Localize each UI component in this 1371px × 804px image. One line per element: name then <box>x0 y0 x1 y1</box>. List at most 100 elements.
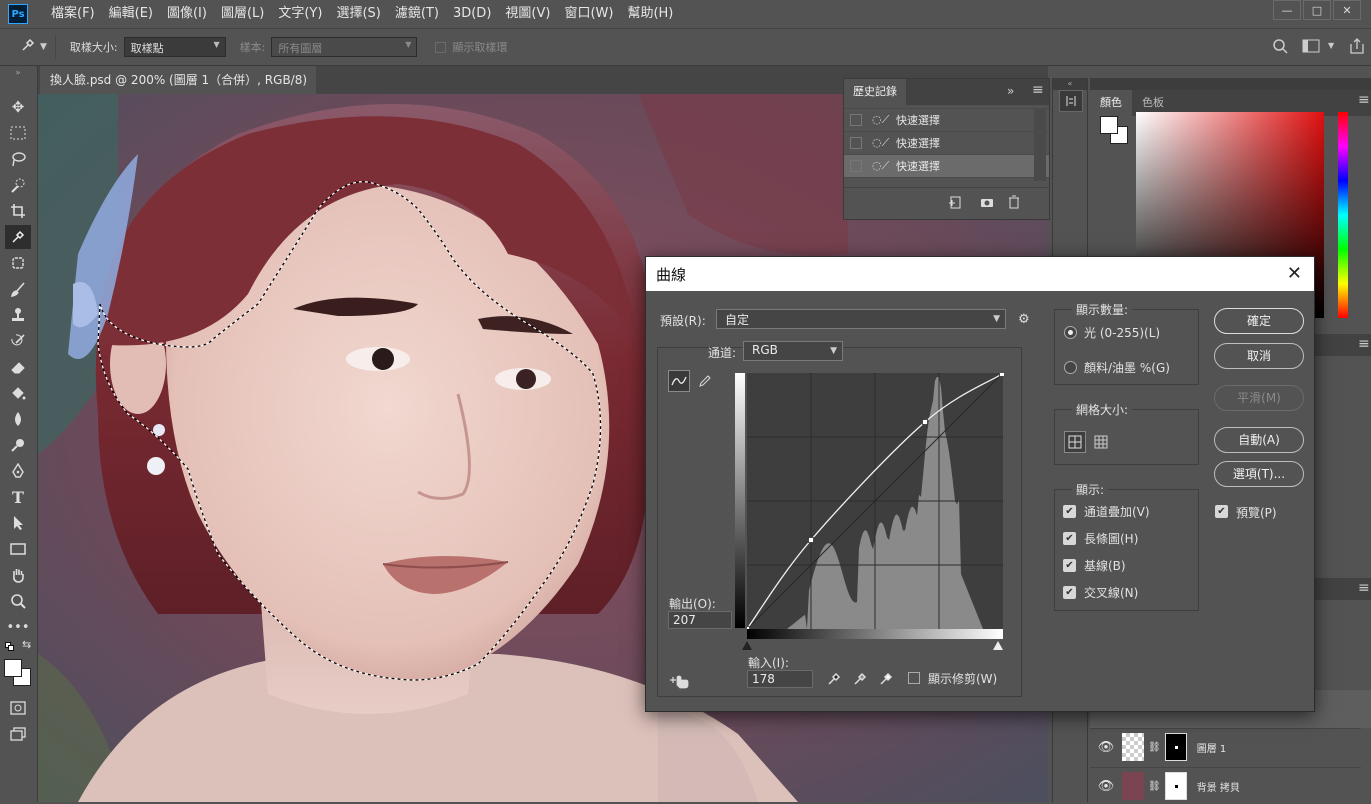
chevron-down-icon[interactable]: ▼ <box>1328 41 1334 50</box>
curve-graph[interactable] <box>747 373 1004 629</box>
foreground-color-swatch[interactable] <box>4 659 22 677</box>
menu-layer[interactable]: 圖層(L) <box>214 0 271 28</box>
layer-row[interactable]: 👁 ⛓ 背景 拷貝 <box>1090 767 1361 804</box>
layer-row[interactable]: 👁 ⛓ 圖層 1 <box>1090 728 1361 765</box>
menu-filter[interactable]: 濾鏡(T) <box>388 0 446 28</box>
simple-grid-button[interactable] <box>1064 431 1086 453</box>
baseline-checkbox[interactable]: ✔ <box>1063 559 1076 572</box>
crop-tool-icon[interactable] <box>5 199 31 223</box>
menu-select[interactable]: 選擇(S) <box>329 0 387 28</box>
dialog-titlebar[interactable]: 曲線 ✕ <box>646 257 1314 291</box>
panel-menu-icon[interactable]: ≡ <box>1358 580 1370 596</box>
curve-control-point[interactable] <box>747 626 750 630</box>
brush-tool-icon[interactable] <box>5 277 31 301</box>
menu-edit[interactable]: 編輯(E) <box>102 0 160 28</box>
snapshot-checkbox[interactable] <box>850 137 862 149</box>
clone-stamp-tool-icon[interactable] <box>5 303 31 327</box>
pencil-mode-button[interactable] <box>694 370 716 392</box>
menu-3d[interactable]: 3D(D) <box>446 0 498 28</box>
history-tab[interactable]: 歷史記錄 <box>844 79 906 105</box>
intersection-checkbox[interactable]: ✔ <box>1063 586 1076 599</box>
light-radio[interactable] <box>1064 326 1077 339</box>
curve-points-mode-button[interactable] <box>668 370 690 392</box>
camera-icon[interactable] <box>980 196 994 211</box>
eye-icon[interactable]: 👁 <box>1090 740 1122 755</box>
menu-image[interactable]: 圖像(I) <box>160 0 214 28</box>
snapshot-checkbox[interactable] <box>850 114 862 126</box>
menu-help[interactable]: 幫助(H) <box>620 0 680 28</box>
chevron-down-icon[interactable]: ▼ <box>40 42 47 52</box>
channel-select[interactable]: RGB ▼ <box>743 341 843 361</box>
show-ring-checkbox[interactable] <box>435 41 447 53</box>
screen-mode-icon[interactable] <box>5 722 31 746</box>
hand-tool-icon[interactable] <box>5 563 31 587</box>
menu-file[interactable]: 檔案(F) <box>44 0 102 28</box>
eyedropper-tool-icon[interactable] <box>20 37 36 57</box>
panel-menu-icon[interactable]: ≡ <box>1358 92 1370 108</box>
quick-mask-icon[interactable] <box>5 696 31 720</box>
sample-select[interactable]: 所有圖層 ▼ <box>271 37 418 57</box>
menu-window[interactable]: 窗口(W) <box>557 0 620 28</box>
dodge-tool-icon[interactable] <box>5 433 31 457</box>
collapse-icon[interactable]: « <box>1053 78 1087 90</box>
ok-button[interactable]: 確定 <box>1214 308 1304 334</box>
cancel-button[interactable]: 取消 <box>1214 343 1304 369</box>
foreground-color-swatch[interactable] <box>1100 116 1118 134</box>
black-eyedropper-icon[interactable] <box>826 671 842 690</box>
white-point-slider[interactable] <box>993 641 1003 650</box>
history-panel-icon[interactable] <box>1059 90 1083 112</box>
gray-eyedropper-icon[interactable] <box>852 671 868 690</box>
sample-size-select[interactable]: 取樣點 ▼ <box>123 37 226 57</box>
preview-checkbox[interactable]: ✔ <box>1215 505 1228 518</box>
default-colors-icon[interactable] <box>5 642 15 652</box>
panel-expand-icon[interactable]: » <box>1007 84 1014 98</box>
eye-icon[interactable]: 👁 <box>1090 779 1122 794</box>
preset-select[interactable]: 自定 ▼ <box>716 309 1006 329</box>
curve-control-point[interactable] <box>808 537 814 543</box>
history-item[interactable]: ◌⟋ 快速選擇 <box>844 109 1049 132</box>
history-item-selected[interactable]: ◌⟋ 快速選擇 <box>844 155 1049 178</box>
input-field[interactable]: 178 <box>747 670 813 688</box>
detailed-grid-button[interactable] <box>1090 431 1112 453</box>
maximize-button[interactable]: □ <box>1303 0 1331 20</box>
blur-tool-icon[interactable] <box>5 407 31 431</box>
panel-menu-icon[interactable]: ≡ <box>1032 82 1044 98</box>
move-tool-icon[interactable]: ✥ <box>5 95 31 119</box>
snapshot-checkbox[interactable] <box>850 160 862 172</box>
healing-brush-tool-icon[interactable] <box>5 251 31 275</box>
paint-bucket-tool-icon[interactable] <box>5 381 31 405</box>
lasso-tool-icon[interactable] <box>5 147 31 171</box>
black-point-slider[interactable] <box>742 641 752 650</box>
type-tool-icon[interactable]: T <box>5 485 31 509</box>
history-item[interactable]: ◌⟋ 快速選擇 <box>844 132 1049 155</box>
share-icon[interactable] <box>1350 38 1364 57</box>
white-eyedropper-icon[interactable] <box>878 671 894 690</box>
minimize-button[interactable]: — <box>1273 0 1301 20</box>
curve-control-point[interactable] <box>999 373 1005 377</box>
pen-tool-icon[interactable] <box>5 459 31 483</box>
close-window-button[interactable]: ✕ <box>1333 0 1361 20</box>
menu-view[interactable]: 視圖(V) <box>498 0 557 28</box>
close-icon[interactable]: ✕ <box>1287 263 1302 284</box>
trash-icon[interactable] <box>1008 195 1020 212</box>
quick-select-tool-icon[interactable] <box>5 173 31 197</box>
new-document-from-state-icon[interactable] <box>948 196 962 213</box>
smooth-button[interactable]: 平滑(M) <box>1214 385 1304 411</box>
eraser-tool-icon[interactable] <box>5 355 31 379</box>
color-tab[interactable]: 顏色 <box>1090 90 1132 116</box>
zoom-tool-icon[interactable] <box>5 589 31 613</box>
hue-slider[interactable] <box>1338 112 1348 318</box>
curve-control-point[interactable] <box>922 419 928 425</box>
histogram-checkbox[interactable]: ✔ <box>1063 532 1076 545</box>
collapse-icon[interactable]: » <box>5 68 31 77</box>
show-clipping-checkbox[interactable] <box>908 672 920 684</box>
on-image-adjustment-icon[interactable] <box>668 671 690 692</box>
rectangle-tool-icon[interactable] <box>5 537 31 561</box>
workspace-icon[interactable] <box>1302 39 1320 56</box>
history-scrollbar[interactable] <box>1034 109 1046 181</box>
output-field[interactable]: 207 <box>668 611 732 629</box>
swap-colors-icon[interactable]: ⇆ <box>22 638 31 651</box>
document-tab[interactable]: 換人臉.psd @ 200% (圖層 1（合併）, RGB/8) * ✕ <box>40 66 316 115</box>
panel-menu-icon[interactable]: ≡ <box>1358 336 1370 352</box>
eyedropper-tool-icon[interactable] <box>5 225 31 249</box>
